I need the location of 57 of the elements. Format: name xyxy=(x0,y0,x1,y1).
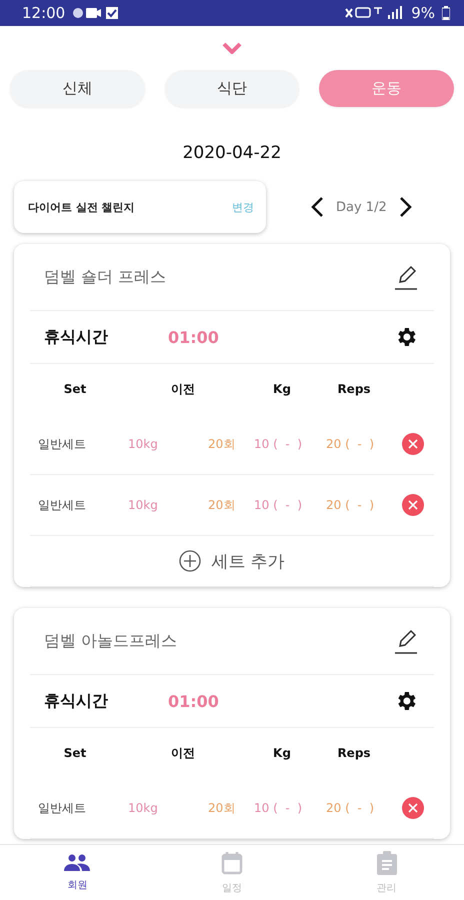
chevron-down-icon[interactable] xyxy=(222,42,242,54)
pencil-icon[interactable] xyxy=(394,264,418,290)
column-header: Reps xyxy=(337,746,371,760)
clipboard-icon xyxy=(376,850,397,874)
change-link[interactable]: 변경 xyxy=(232,200,254,214)
nav-tab[interactable]: 회원 xyxy=(0,845,155,900)
column-header: Set xyxy=(64,382,86,396)
set-type: 일반세트 xyxy=(38,496,87,514)
weight-input[interactable]: 10 ( - ) xyxy=(254,437,326,451)
set-type: 일반세트 xyxy=(38,436,87,452)
rest-label: 휴식시간 xyxy=(44,690,109,712)
clock-time: 12:00 xyxy=(22,4,66,22)
add-circle-icon[interactable] xyxy=(179,550,202,572)
people-icon xyxy=(64,854,90,872)
chevron-right-icon[interactable] xyxy=(398,196,413,218)
column-header: Kg xyxy=(273,382,291,396)
calendar-icon xyxy=(221,850,243,874)
exercise-name: 덤벨 아놀드프레스 xyxy=(44,630,178,652)
delete-button[interactable] xyxy=(402,433,424,455)
nav-tab[interactable]: 관리 xyxy=(309,845,464,900)
chevron-left-icon[interactable] xyxy=(310,196,324,218)
weight-input[interactable]: 10 ( - ) xyxy=(254,498,326,512)
category-tab[interactable]: 신체 xyxy=(10,70,145,107)
battery-icon xyxy=(442,6,450,20)
pencil-icon[interactable] xyxy=(394,628,418,654)
previous-reps: 20회 xyxy=(208,436,236,452)
category-tab[interactable]: 식단 xyxy=(164,70,300,107)
nav-tab[interactable]: 일정 xyxy=(154,845,310,900)
column-header: 이전 xyxy=(171,380,195,398)
rest-label: 휴식시간 xyxy=(44,326,109,348)
column-header: Kg xyxy=(273,746,291,760)
rest-time: 01:00 xyxy=(168,692,220,710)
day-label: Day 1/2 xyxy=(336,200,387,214)
category-tab[interactable]: 운동 xyxy=(319,70,454,107)
delete-button[interactable] xyxy=(402,494,424,516)
add-set-button[interactable]: 세트 추가 xyxy=(211,550,285,572)
column-header: Set xyxy=(64,746,86,760)
reps-input[interactable]: 20 ( - ) xyxy=(326,498,398,512)
previous-weight: 10kg xyxy=(128,498,159,512)
battery-percent: 9% xyxy=(411,4,435,22)
status-icons xyxy=(72,6,120,20)
previous-weight: 10kg xyxy=(128,437,159,451)
column-header: Reps xyxy=(337,382,371,396)
date-label: 2020-04-22 xyxy=(182,143,282,163)
reps-input[interactable]: 20 ( - ) xyxy=(326,437,398,451)
exercise-name: 덤벨 숄더 프레스 xyxy=(44,266,166,288)
column-header: 이전 xyxy=(171,744,195,762)
weight-input[interactable]: 10 ( - ) xyxy=(254,801,326,815)
challenge-title: 다이어트 실전 챌린지 xyxy=(28,200,135,214)
rest-time: 01:00 xyxy=(168,328,220,346)
previous-reps: 20회 xyxy=(208,800,236,816)
signal-icon xyxy=(344,5,404,21)
previous-reps: 20회 xyxy=(208,496,236,514)
delete-button[interactable] xyxy=(402,797,424,819)
previous-weight: 10kg xyxy=(128,801,159,815)
reps-input[interactable]: 20 ( - ) xyxy=(326,801,398,815)
set-type: 일반세트 xyxy=(38,800,87,816)
